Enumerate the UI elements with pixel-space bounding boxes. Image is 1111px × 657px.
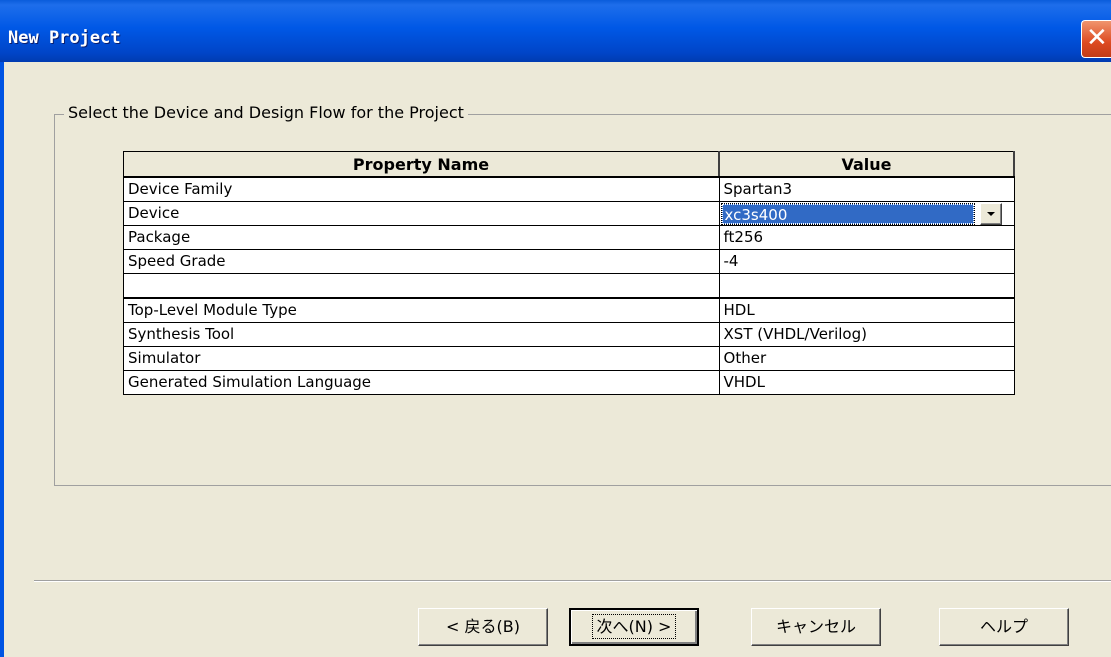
next-button-label: 次へ(N) > <box>591 614 677 639</box>
property-name-cell: Simulator <box>123 346 720 371</box>
property-value-cell[interactable]: HDL <box>718 297 1015 323</box>
property-name-cell <box>123 273 720 299</box>
property-value-cell[interactable]: XST (VHDL/Verilog) <box>718 322 1015 347</box>
table-row[interactable]: Speed Grade -4 <box>123 249 1015 274</box>
title-bar[interactable]: New Project ✕ <box>0 0 1111 62</box>
help-button[interactable]: ヘルプ <box>939 608 1069 646</box>
property-value-cell[interactable]: ft256 <box>718 225 1015 250</box>
table-row-blank <box>123 273 1015 299</box>
device-dropdown-value[interactable]: xc3s400 <box>720 202 975 225</box>
property-name-cell: Top-Level Module Type <box>123 297 720 323</box>
property-value-cell[interactable]: Spartan3 <box>718 176 1015 202</box>
property-table: Property Name Value Device Family Sparta… <box>123 151 1015 395</box>
property-name-cell: Package <box>123 225 720 250</box>
close-icon: ✕ <box>1086 23 1108 53</box>
table-row[interactable]: Device Family Spartan3 <box>123 176 1015 202</box>
close-button[interactable]: ✕ <box>1081 20 1111 58</box>
window-title: New Project <box>8 28 121 48</box>
table-row[interactable]: Generated Simulation Language VHDL <box>123 370 1015 395</box>
cancel-button[interactable]: キャンセル <box>751 608 881 646</box>
property-value-cell[interactable]: xc3s400 <box>718 201 1015 226</box>
property-name-cell: Speed Grade <box>123 249 720 274</box>
device-dropdown[interactable]: xc3s400 <box>720 202 1014 225</box>
back-button[interactable]: < 戻る(B) <box>418 608 548 646</box>
window-border <box>0 62 4 657</box>
column-header-value[interactable]: Value <box>718 151 1015 178</box>
table-row[interactable]: Top-Level Module Type HDL <box>123 297 1015 323</box>
table-row[interactable]: Package ft256 <box>123 225 1015 250</box>
property-name-cell: Generated Simulation Language <box>123 370 720 395</box>
next-button[interactable]: 次へ(N) > <box>569 608 699 646</box>
table-row[interactable]: Device xc3s400 <box>123 201 1015 226</box>
property-value-cell <box>718 273 1015 299</box>
property-value-cell[interactable]: -4 <box>718 249 1015 274</box>
property-name-cell: Device Family <box>123 176 720 202</box>
chevron-down-icon[interactable] <box>979 202 1002 225</box>
table-row[interactable]: Synthesis Tool XST (VHDL/Verilog) <box>123 322 1015 347</box>
property-value-cell[interactable]: Other <box>718 346 1015 371</box>
button-separator <box>34 580 1111 582</box>
table-row[interactable]: Simulator Other <box>123 346 1015 371</box>
property-value-cell[interactable]: VHDL <box>718 370 1015 395</box>
group-legend: Select the Device and Design Flow for th… <box>64 103 468 122</box>
table-header-row: Property Name Value <box>123 151 1015 178</box>
column-header-property-name[interactable]: Property Name <box>123 151 721 178</box>
property-name-cell: Device <box>123 201 720 226</box>
property-name-cell: Synthesis Tool <box>123 322 720 347</box>
